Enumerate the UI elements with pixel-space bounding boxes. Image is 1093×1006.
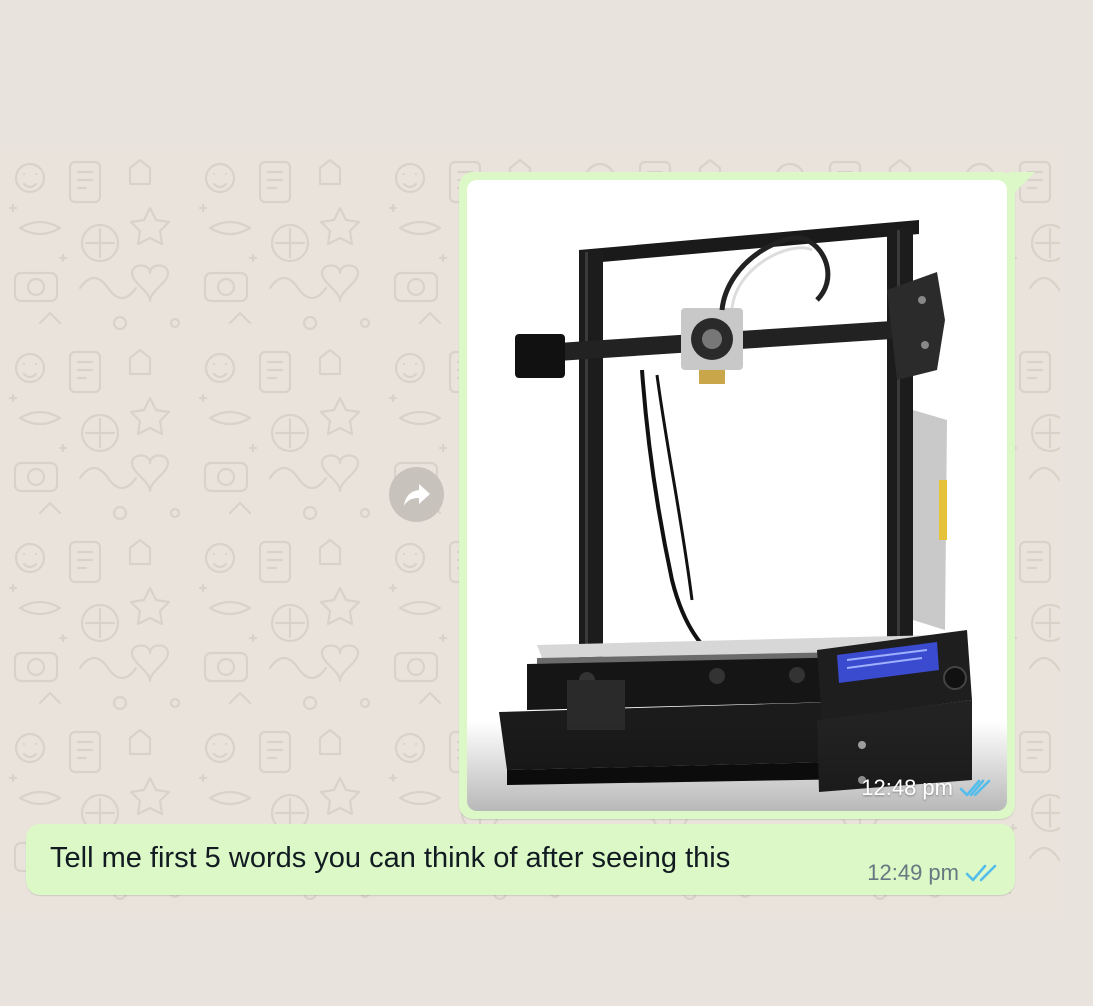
text-message-meta: 12:49 pm — [867, 860, 999, 886]
image-attachment[interactable]: 12:48 pm — [467, 180, 1007, 811]
image-message-time: 12:48 pm — [861, 775, 953, 800]
double-check-icon — [959, 779, 991, 797]
message-text: Tell me first 5 words you can think of a… — [50, 842, 731, 874]
forward-arrow-icon — [403, 483, 430, 506]
bubble-tail — [1009, 172, 1035, 198]
text-message-bubble[interactable]: Tell me first 5 words you can think of a… — [26, 824, 1015, 895]
image-message-bubble[interactable]: 12:48 pm — [459, 172, 1035, 819]
text-message-time: 12:49 pm — [867, 860, 959, 885]
forward-button[interactable] — [389, 467, 444, 522]
image-message-meta: 12:48 pm — [861, 775, 993, 801]
double-check-icon — [965, 864, 997, 882]
3d-printer-image — [499, 220, 972, 792]
